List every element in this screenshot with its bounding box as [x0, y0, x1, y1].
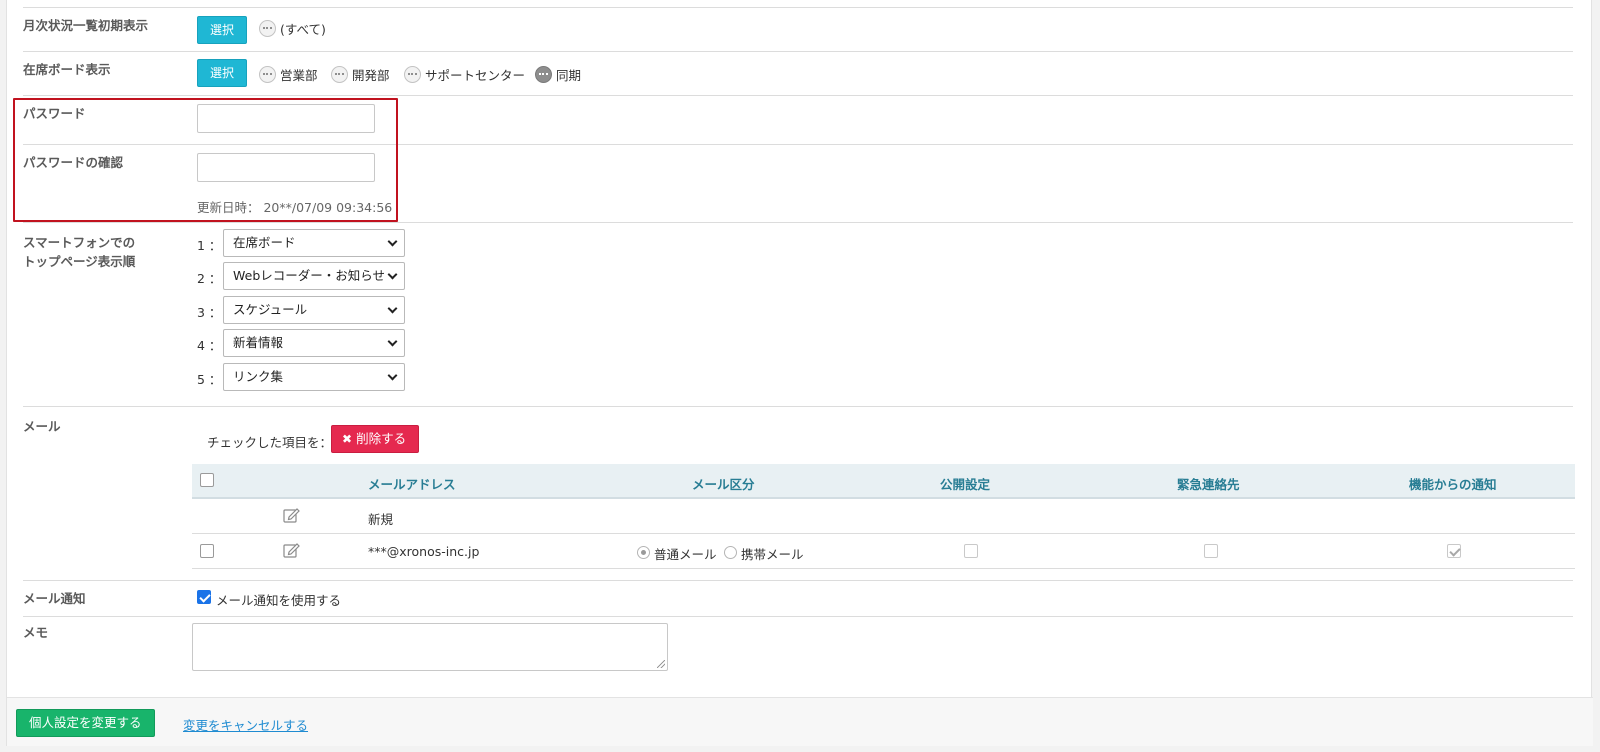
order-select-1[interactable]: 在席ボード — [223, 229, 405, 257]
header-emergency: 緊急連絡先 — [1177, 477, 1240, 492]
mail-new-row: 新規 — [192, 499, 1575, 534]
notify-checkbox[interactable] — [1447, 544, 1461, 558]
smartphone-order-label: スマートフォンでの トップページ表示順 — [23, 233, 135, 271]
order-number: 5 ： — [197, 372, 222, 387]
cancel-link[interactable]: 変更をキャンセルする — [183, 715, 308, 734]
chevron-down-icon — [387, 263, 398, 289]
delete-button[interactable]: ✖ 削除する — [331, 425, 420, 453]
chevron-down-icon — [387, 330, 398, 356]
order-select-value: Webレコーダー・お知らせ — [233, 268, 386, 283]
radio-mobile-mail[interactable] — [724, 546, 737, 559]
chevron-down-icon — [387, 297, 398, 323]
row-mail-notify: メール通知 メール通知を使用する — [23, 581, 1573, 617]
group-chip-sync[interactable]: 同期 — [535, 65, 581, 84]
row-smartphone-order: スマートフォンでの トップページ表示順 1 ： 在席ボード 2 ： Webレコー… — [23, 223, 1573, 407]
mail-notify-checkbox-label[interactable]: メール通知を使用する — [216, 590, 341, 609]
group-icon — [404, 66, 421, 83]
group-chip-support[interactable]: サポートセンター — [404, 65, 525, 84]
group-chip-all[interactable]: (すべて) — [259, 19, 326, 38]
header-notify: 機能からの通知 — [1409, 477, 1497, 492]
order-number: 1 ： — [197, 238, 222, 253]
group-icon — [331, 66, 348, 83]
order-select-5[interactable]: リンク集 — [223, 363, 405, 391]
order-select-value: 在席ボード — [233, 235, 296, 250]
mail-notify-checkbox[interactable] — [197, 590, 211, 604]
checked-items-text: チェックした項目を： — [207, 435, 333, 450]
order-number: 3 ： — [197, 305, 222, 320]
group-chip-dev[interactable]: 開発部 — [331, 65, 390, 84]
mail-address: ***@xronos-inc.jp — [368, 544, 480, 559]
mail-entry-row: ***@xronos-inc.jp 普通メール 携帯メール — [192, 534, 1575, 569]
close-icon: ✖ — [342, 432, 353, 446]
order-select-value: リンク集 — [233, 369, 284, 384]
row-presence-board: 在席ボード表示 選択 営業部 開発部 サポートセンター 同期 — [23, 52, 1573, 96]
mail-notify-label: メール通知 — [23, 591, 86, 606]
row-monthly-status: 月次状況一覧初期表示 選択 (すべて) — [23, 7, 1573, 52]
order-number: 4 ： — [197, 338, 222, 353]
smartphone-order-label-line2: トップページ表示順 — [23, 254, 136, 269]
public-checkbox[interactable] — [964, 544, 978, 558]
new-row-label[interactable]: 新規 — [368, 509, 393, 528]
radio-normal-mail[interactable] — [637, 546, 650, 559]
mail-table-header: メールアドレス メール区分 公開設定 緊急連絡先 機能からの通知 — [192, 464, 1575, 499]
save-settings-button[interactable]: 個人設定を変更する — [16, 709, 155, 737]
smartphone-order-label-line1: スマートフォンでの — [23, 235, 136, 250]
order-select-4[interactable]: 新着情報 — [223, 329, 405, 357]
group-chip-sales[interactable]: 営業部 — [259, 65, 318, 84]
header-address: メールアドレス — [368, 477, 456, 492]
group-chip-label: 営業部 — [280, 68, 318, 83]
memo-textarea[interactable] — [192, 623, 668, 671]
order-select-value: スケジュール — [233, 302, 308, 317]
group-chip-label: 同期 — [556, 68, 582, 83]
order-select-value: 新着情報 — [233, 335, 284, 350]
select-all-checkbox[interactable] — [200, 473, 214, 487]
header-type: メール区分 — [692, 477, 755, 492]
resize-grip-icon[interactable] — [657, 660, 665, 668]
monthly-status-select-button[interactable]: 選択 — [197, 16, 248, 44]
chevron-down-icon — [387, 364, 398, 390]
password-highlight-box — [13, 98, 398, 222]
group-chip-label: (すべて) — [280, 22, 326, 37]
group-icon — [259, 66, 276, 83]
mail-label: メール — [23, 419, 61, 434]
radio-normal-mail-label: 普通メール — [654, 547, 717, 562]
header-public: 公開設定 — [940, 477, 991, 492]
order-select-3[interactable]: スケジュール — [223, 296, 405, 324]
edit-icon[interactable] — [283, 542, 301, 558]
mail-entry-checkbox[interactable] — [200, 544, 214, 558]
group-icon — [535, 66, 552, 83]
emergency-checkbox[interactable] — [1204, 544, 1218, 558]
form-footer: 個人設定を変更する 変更をキャンセルする — [7, 697, 1593, 746]
group-chip-label: サポートセンター — [425, 68, 526, 83]
monthly-status-label: 月次状況一覧初期表示 — [23, 18, 149, 33]
edit-icon[interactable] — [283, 507, 301, 523]
group-chip-label: 開発部 — [352, 68, 390, 83]
presence-board-label: 在席ボード表示 — [23, 62, 111, 77]
chevron-down-icon — [387, 230, 398, 256]
order-number: 2 ： — [197, 271, 222, 286]
group-icon — [259, 20, 276, 37]
radio-mobile-mail-label: 携帯メール — [741, 547, 804, 562]
presence-board-select-button[interactable]: 選択 — [197, 59, 248, 87]
order-select-2[interactable]: Webレコーダー・お知らせ — [223, 262, 405, 290]
delete-button-label: 削除する — [356, 431, 407, 446]
memo-label: メモ — [23, 625, 49, 640]
